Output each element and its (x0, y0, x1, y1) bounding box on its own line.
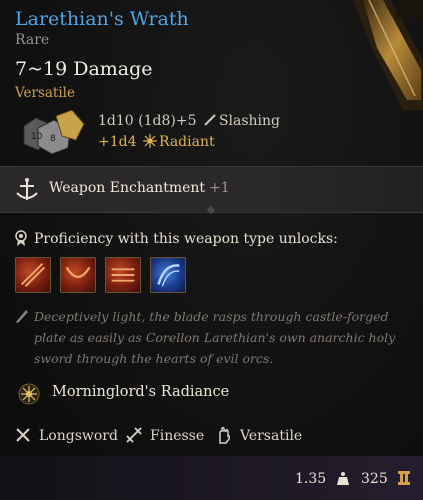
item-description: Deceptively light, the blade rasps throu… (34, 309, 396, 366)
property-label: Longsword (39, 428, 118, 444)
item-name: Larethian's Wrath (15, 8, 189, 30)
gold-value: 325 (361, 471, 388, 487)
dice-label-left: 10 (31, 132, 43, 142)
proficiency-label: Proficiency with this weapon type unlock… (34, 231, 338, 247)
property-versatile[interactable]: Versatile (215, 426, 302, 444)
radiant-icon (142, 134, 157, 148)
arcane-action-icon[interactable] (150, 257, 186, 293)
enchantment-icon (16, 178, 38, 200)
finesse-icon (126, 427, 142, 443)
medal-icon (15, 230, 27, 246)
value-display: 325 (361, 471, 411, 487)
item-rarity: Rare (15, 32, 50, 48)
enchantment-row[interactable]: Weapon Enchantment +1 (0, 166, 423, 215)
quill-icon (16, 310, 28, 323)
slash-action-icon[interactable] (15, 257, 51, 293)
versatile-tag: Versatile (15, 85, 75, 101)
lacerate-action-icon[interactable] (105, 257, 141, 293)
proficiency-heading: Proficiency with this weapon type unlock… (14, 230, 338, 247)
gold-icon (398, 471, 411, 485)
weight-value: 1.35 (295, 471, 327, 487)
property-label: Finesse (150, 428, 205, 444)
cleave-action-icon[interactable] (60, 257, 96, 293)
item-tooltip: Larethian's Wrath Rare 7~19 Damage Versa… (0, 0, 423, 500)
hand-icon (219, 426, 231, 444)
sword-artwork (353, 0, 423, 110)
footer-bar: 1.35 325 (0, 456, 423, 500)
bonus-type: Radiant (158, 134, 215, 150)
bonus-damage-line: +1d4 Radiant (98, 134, 215, 150)
damage-range: 7~19 Damage (15, 58, 153, 80)
separator-diamond (206, 205, 216, 215)
weight-display: 1.35 (295, 471, 349, 487)
bonus-roll: +1d4 (98, 134, 137, 150)
dice-label-right: 8 (50, 134, 56, 144)
slashing-icon (204, 114, 216, 126)
enchantment-name: Weapon Enchantment (49, 180, 206, 196)
sun-icon (18, 383, 40, 405)
property-finesse[interactable]: Finesse (125, 426, 204, 444)
damage-roll-line: 1d10 (1d8)+5 Slashing (98, 113, 280, 129)
passive-name[interactable]: Morninglord's Radiance (52, 384, 229, 400)
property-longsword[interactable]: Longsword (14, 426, 118, 444)
damage-roll: 1d10 (1d8)+5 (98, 113, 197, 129)
weight-icon (336, 472, 349, 485)
property-label: Versatile (240, 428, 303, 444)
enchantment-bonus: +1 (209, 180, 230, 196)
enchantment-label: Weapon Enchantment +1 (49, 180, 230, 196)
damage-type: Slashing (218, 113, 281, 129)
dice-icon: 10 8 (23, 110, 85, 155)
longsword-icon (16, 428, 30, 442)
